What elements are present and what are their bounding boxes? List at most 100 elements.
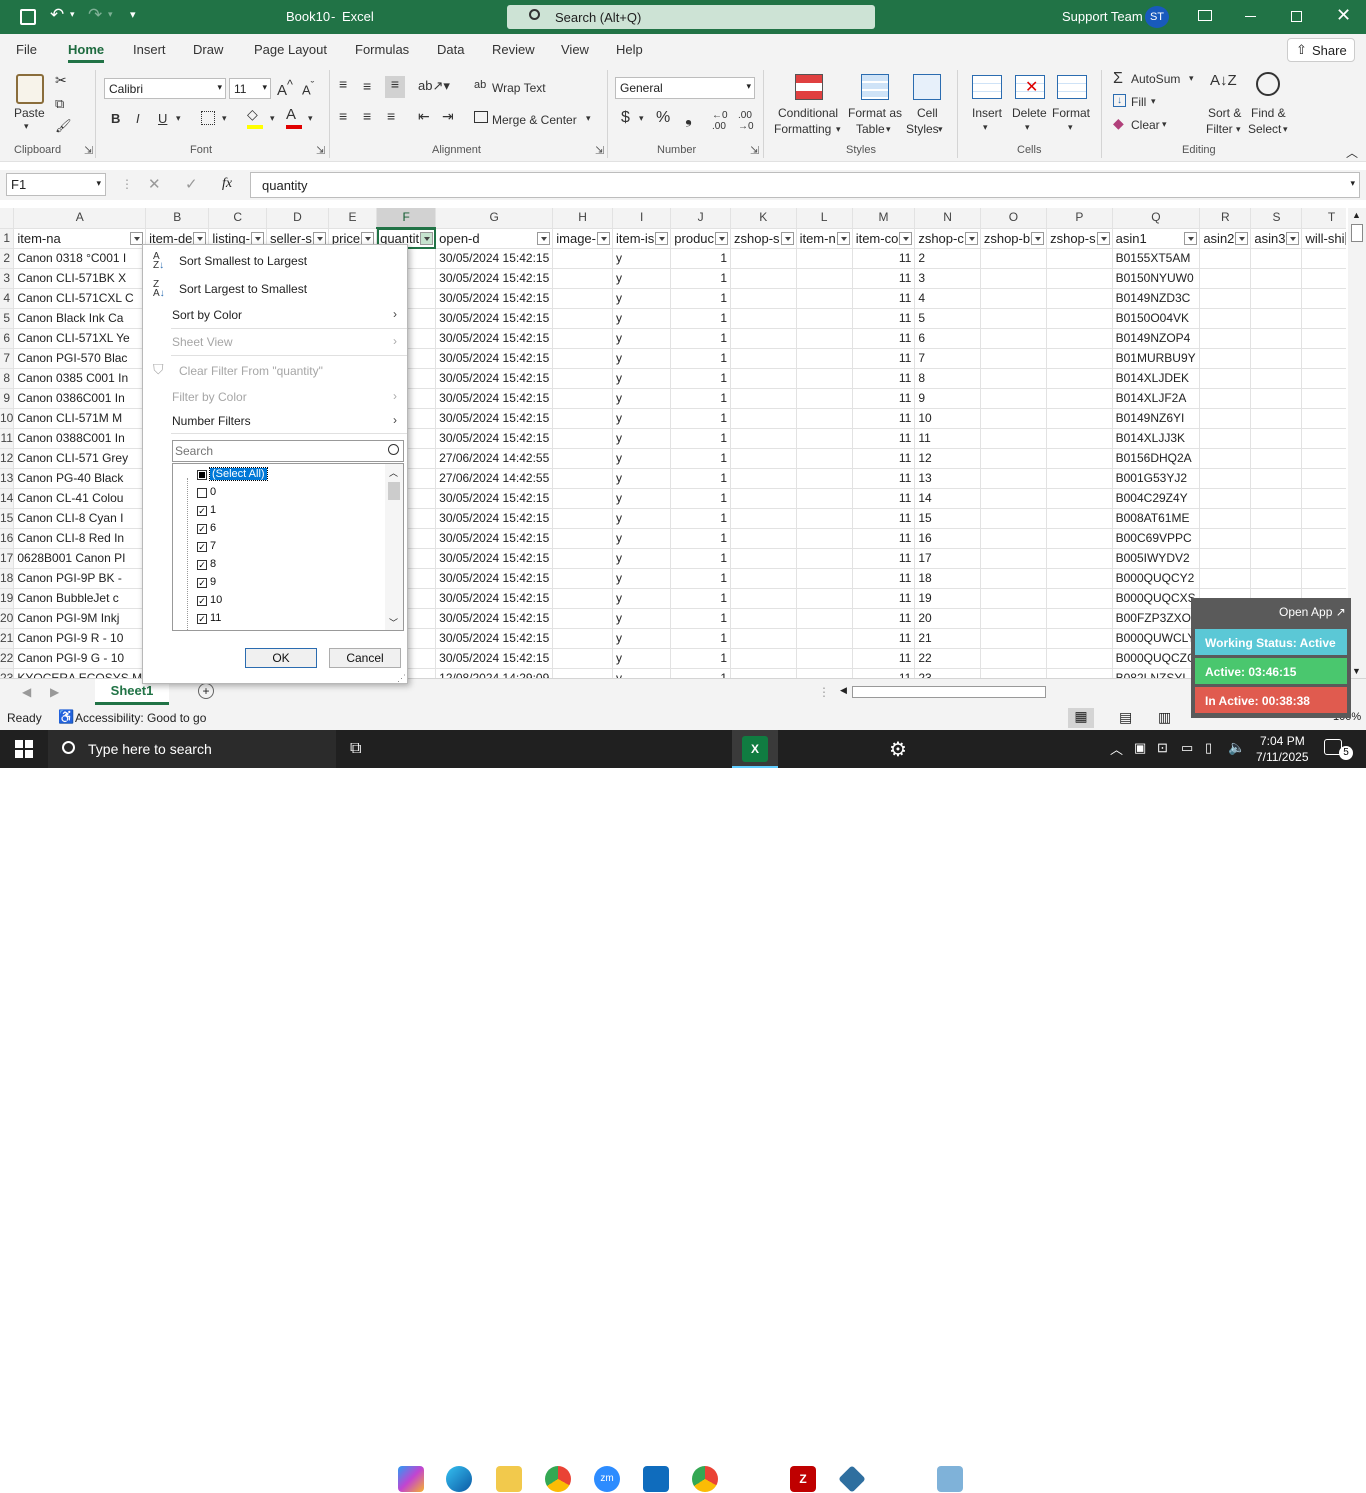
battery-icon[interactable]: ▭ — [1181, 740, 1193, 756]
cell[interactable] — [730, 448, 797, 469]
edge-icon[interactable] — [446, 1466, 472, 1492]
cell[interactable] — [796, 448, 853, 469]
cell[interactable]: 27/06/2024 14:42:55 — [435, 448, 554, 469]
cell[interactable]: y — [612, 568, 672, 589]
cell[interactable] — [1046, 408, 1113, 429]
scroll-up-icon[interactable]: ▲ — [1352, 210, 1361, 220]
cell[interactable] — [730, 648, 797, 669]
page-layout-view-icon[interactable]: ▤ — [1119, 709, 1132, 726]
cell[interactable]: 23 — [914, 668, 981, 678]
filter-dropdown-icon[interactable] — [964, 231, 978, 245]
cell[interactable]: Canon 0386C001 In — [13, 388, 147, 409]
cell[interactable] — [1046, 388, 1113, 409]
cell[interactable] — [796, 568, 853, 589]
cell[interactable] — [980, 508, 1048, 529]
tab-file[interactable]: File — [16, 42, 37, 57]
header-cell[interactable]: image- — [552, 228, 613, 249]
cell[interactable]: 1 — [670, 548, 732, 569]
paste-dropdown-icon[interactable]: ▾ — [24, 121, 29, 132]
clock-time[interactable]: 7:04 PM — [1260, 734, 1305, 748]
resize-grip-icon[interactable]: ⋰ — [397, 673, 406, 684]
cell[interactable] — [1250, 508, 1303, 529]
scroll-thumb[interactable] — [1351, 224, 1363, 242]
cell[interactable] — [980, 608, 1048, 629]
cell[interactable] — [796, 528, 853, 549]
cell[interactable] — [980, 628, 1048, 649]
filter-dropdown-icon[interactable] — [715, 231, 729, 245]
cell[interactable]: B014XLJDEK — [1112, 368, 1201, 389]
row-header[interactable]: 21 — [0, 628, 15, 649]
fill-color-icon[interactable]: ◇ — [247, 106, 263, 129]
copy-icon[interactable]: ⧉ — [55, 96, 64, 112]
column-header-c[interactable]: C — [208, 208, 267, 229]
filter-search-box[interactable] — [172, 440, 404, 462]
clipboard-launcher-icon[interactable]: ⇲ — [84, 144, 93, 157]
fill-button[interactable]: Fill — [1131, 95, 1146, 109]
cell[interactable]: 12/08/2024 14:29:09 — [435, 668, 554, 678]
cell[interactable]: 30/05/2024 15:42:15 — [435, 248, 554, 269]
cell[interactable] — [552, 408, 613, 429]
cell[interactable]: Canon CL-41 Colou — [13, 488, 147, 509]
cell[interactable]: 1 — [670, 408, 732, 429]
filter-checkbox[interactable]: ✓ — [197, 614, 207, 624]
cell[interactable] — [552, 388, 613, 409]
cell-styles-line2[interactable]: Styles — [906, 122, 939, 136]
cell[interactable] — [1301, 288, 1346, 309]
cell[interactable] — [1046, 548, 1113, 569]
cell[interactable]: 1 — [670, 468, 732, 489]
copilot-icon[interactable] — [398, 1466, 424, 1492]
taskbar-search[interactable]: Type here to search — [48, 730, 336, 768]
cell[interactable]: 0628B001 Canon PI — [13, 548, 147, 569]
cell[interactable] — [1250, 528, 1303, 549]
format-as-table-line2[interactable]: Table — [856, 122, 885, 136]
cell[interactable] — [1301, 448, 1346, 469]
cell[interactable] — [796, 468, 853, 489]
column-header-q[interactable]: Q — [1112, 208, 1201, 229]
cell[interactable] — [796, 308, 853, 329]
cell[interactable] — [730, 468, 797, 489]
header-cell[interactable]: open-d — [435, 228, 554, 249]
volume-icon[interactable]: 🔈 — [1228, 739, 1245, 756]
cell[interactable]: 1 — [670, 628, 732, 649]
row-header[interactable]: 4 — [0, 288, 15, 309]
row-header[interactable]: 6 — [0, 328, 15, 349]
cell[interactable] — [730, 488, 797, 509]
filter-dropdown-icon[interactable] — [1184, 231, 1198, 245]
cell[interactable] — [552, 608, 613, 629]
add-sheet-icon[interactable]: + — [198, 683, 214, 699]
cell[interactable] — [980, 348, 1048, 369]
cell[interactable] — [796, 368, 853, 389]
cell[interactable]: y — [612, 428, 672, 449]
row-header[interactable]: 20 — [0, 608, 15, 629]
cell[interactable]: B0150NYUW0 — [1112, 268, 1201, 289]
cell[interactable] — [1199, 388, 1252, 409]
row-header[interactable]: 17 — [0, 548, 15, 569]
cell[interactable] — [796, 268, 853, 289]
cell[interactable] — [552, 448, 613, 469]
decrease-decimal-icon[interactable]: .00 →0 — [738, 110, 754, 132]
borders-dropdown-icon[interactable]: ▾ — [222, 113, 227, 124]
cell[interactable] — [1199, 248, 1252, 269]
cell[interactable]: 21 — [914, 628, 981, 649]
cell[interactable] — [1250, 248, 1303, 269]
close-icon[interactable]: ✕ — [1336, 5, 1351, 26]
row-header[interactable]: 13 — [0, 468, 15, 489]
tab-help[interactable]: Help — [616, 42, 643, 57]
cell[interactable]: 11 — [852, 388, 916, 409]
filter-checkbox[interactable]: ✓ — [197, 524, 207, 534]
cell[interactable]: 11 — [852, 288, 916, 309]
cell[interactable] — [1046, 668, 1113, 678]
cell[interactable]: 30/05/2024 15:42:15 — [435, 628, 554, 649]
cell[interactable]: y — [612, 508, 672, 529]
cell[interactable]: Canon CLI-571CXL C — [13, 288, 147, 309]
currency-dropdown-icon[interactable]: ▾ — [639, 113, 644, 124]
paste-button[interactable]: Paste — [14, 106, 45, 120]
cell[interactable] — [1199, 308, 1252, 329]
avatar[interactable]: ST — [1145, 6, 1169, 28]
cell[interactable]: 4 — [914, 288, 981, 309]
cell[interactable]: 1 — [670, 608, 732, 629]
cell[interactable]: B000QUQCZG — [1112, 648, 1201, 669]
tab-insert[interactable]: Insert — [133, 42, 166, 57]
align-middle-icon[interactable]: ≡ — [363, 78, 371, 94]
cell[interactable] — [1301, 308, 1346, 329]
